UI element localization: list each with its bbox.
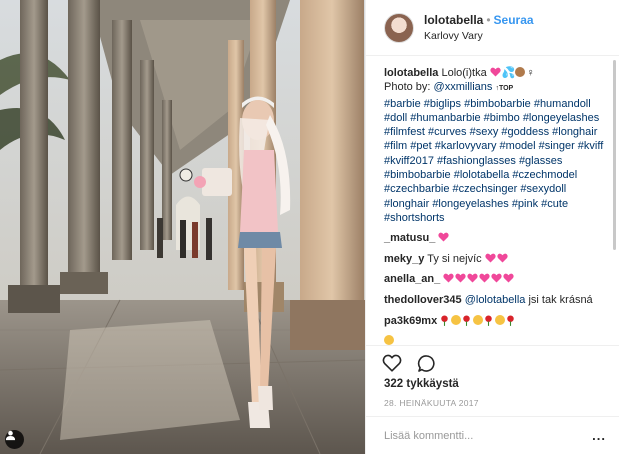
- kissing-face-icon: [451, 314, 462, 325]
- photo-by-label: Photo by:: [384, 81, 431, 94]
- like-button[interactable]: [381, 352, 403, 374]
- kissing-face-icon: [495, 314, 506, 325]
- comment-username[interactable]: pa3k69mx: [384, 315, 437, 327]
- post-side-panel: lolotabella • Seuraa Karlovy Vary lolotabe…: [365, 0, 619, 454]
- comment-username[interactable]: thedollover345: [384, 294, 462, 306]
- rose-icon: [507, 315, 515, 326]
- caption-username[interactable]: lolotabella: [384, 67, 438, 79]
- pink-heart-icon: [455, 274, 466, 283]
- sweat-droplets-icon: 💦: [501, 67, 516, 79]
- instagram-post: lolotabella • Seuraa Karlovy Vary lolotabe…: [0, 0, 619, 454]
- face-icon: [384, 335, 394, 345]
- comments-list[interactable]: lolotabella Lolo(i)tka 💦 ♀ Photo by: @xxm…: [366, 57, 619, 345]
- comment-username[interactable]: anella_an_: [384, 273, 440, 285]
- photo-by-user[interactable]: @xxmillians: [434, 81, 493, 93]
- comment-item-partial: [384, 334, 606, 345]
- rose-icon: [463, 315, 471, 326]
- comment-item: thedollover345 @lolotabella jsi tak krás…: [384, 293, 606, 308]
- comment-item: _matusu_: [384, 231, 606, 246]
- pink-heart-icon: [485, 253, 496, 263]
- top-icon: ↑TOP: [495, 85, 514, 93]
- likes-count[interactable]: 322 tykkäystä: [384, 378, 459, 390]
- person-gesture-icon: [515, 67, 526, 77]
- location-link[interactable]: Karlovy Vary: [424, 29, 534, 43]
- pink-heart-icon: [438, 232, 450, 242]
- pink-heart-icon: [467, 274, 478, 283]
- header-separator: •: [486, 12, 491, 27]
- caption: lolotabella Lolo(i)tka 💦 ♀ Photo by: @xxm…: [384, 66, 606, 225]
- avatar[interactable]: [384, 12, 414, 43]
- post-date: 28. HEINÄKUUTA 2017: [384, 398, 479, 408]
- speech-bubble-icon: [417, 354, 435, 372]
- more-options-button[interactable]: ...: [592, 428, 606, 443]
- heart-outline-icon: [382, 354, 402, 372]
- comment-item: pa3k69mx: [384, 314, 606, 329]
- comment-username[interactable]: meky_y: [384, 253, 424, 265]
- comment-input[interactable]: [384, 429, 593, 442]
- add-comment-bar: ...: [366, 416, 619, 454]
- pink-heart-icon: [479, 274, 490, 283]
- pink-heart-icon: [503, 274, 514, 283]
- rose-icon: [441, 315, 449, 326]
- follow-button[interactable]: Seuraa: [494, 13, 534, 27]
- comment-item: meky_y Ty si nejvíc: [384, 252, 606, 267]
- caption-hashtags[interactable]: #barbie #biglips #bimbobarbie #humandoll…: [384, 98, 603, 224]
- comment-text: jsi tak krásná: [528, 294, 593, 307]
- pink-heart-icon: [490, 67, 501, 77]
- pink-heart-icon: [443, 274, 454, 283]
- caption-emoji: 💦 ♀: [490, 67, 535, 79]
- heart-eyes-face-icon: [473, 314, 484, 325]
- female-sign-icon: ♀: [526, 67, 535, 79]
- header-username[interactable]: lolotabella: [424, 13, 483, 27]
- comment-text: Ty si nejvíc: [427, 252, 482, 265]
- comment-button[interactable]: [415, 352, 437, 374]
- colonnade-photo: [0, 0, 365, 454]
- tagged-user-button[interactable]: [5, 430, 24, 449]
- header-line: lolotabella • Seuraa: [424, 13, 534, 28]
- pink-heart-icon: [491, 274, 502, 283]
- person-icon: [5, 430, 16, 441]
- comment-username[interactable]: _matusu_: [384, 232, 435, 244]
- pink-heart-icon: [497, 253, 508, 263]
- comment-item: anella_an_: [384, 272, 606, 287]
- post-header: lolotabella • Seuraa Karlovy Vary: [366, 0, 619, 56]
- divider: [366, 345, 619, 346]
- comments-scrollbar[interactable]: [613, 60, 616, 250]
- post-actions: [381, 351, 437, 375]
- rose-icon: [485, 315, 493, 326]
- header-text: lolotabella • Seuraa Karlovy Vary: [424, 13, 534, 43]
- comment-mention[interactable]: @lolotabella: [465, 294, 526, 306]
- post-photo[interactable]: [0, 0, 365, 454]
- caption-text: Lolo(i)tka: [441, 67, 487, 79]
